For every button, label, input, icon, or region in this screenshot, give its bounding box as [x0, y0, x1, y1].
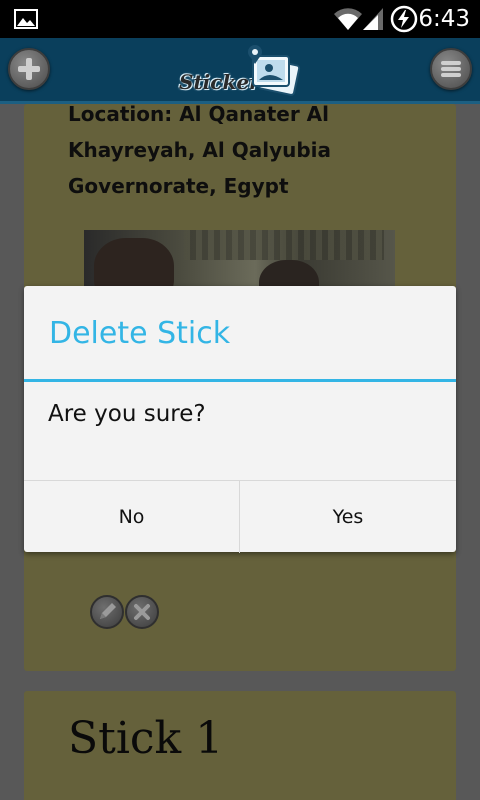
add-button[interactable] [8, 48, 50, 90]
delete-button[interactable] [125, 595, 159, 629]
yes-button[interactable]: Yes [240, 481, 456, 553]
stick-card: Stick 1 [24, 691, 456, 800]
wifi-icon [334, 8, 362, 30]
location-text: Location: Al Qanater Al Khayreyah, Al Qa… [68, 102, 332, 198]
status-bar: 6:43 [0, 0, 480, 38]
stick-photo [84, 230, 395, 290]
menu-lines-icon [441, 61, 461, 77]
dialog-button-bar: No Yes [24, 480, 456, 553]
menu-button[interactable] [430, 48, 472, 90]
edit-button[interactable] [90, 595, 124, 629]
photo-stack-icon [248, 45, 301, 96]
dialog-message: Are you sure? [48, 401, 206, 427]
delete-dialog: Delete Stick Are you sure? No Yes [24, 286, 456, 553]
dialog-title: Delete Stick [49, 316, 231, 351]
signal-icon [363, 8, 383, 30]
plus-icon [18, 58, 40, 80]
app-bar: Sticker [0, 38, 480, 104]
screen: 6:43 Sticker Location: Al Qanater Al Kha… [0, 0, 480, 800]
stick-title: Stick 1 [68, 713, 224, 764]
dialog-divider [24, 379, 456, 382]
app-logo: Sticker [175, 42, 310, 100]
no-button[interactable]: No [24, 481, 240, 553]
gallery-icon [14, 9, 38, 29]
clock: 6:43 [418, 6, 470, 32]
close-icon [134, 604, 150, 620]
battery-charging-icon [390, 5, 418, 33]
pencil-icon [100, 603, 116, 619]
